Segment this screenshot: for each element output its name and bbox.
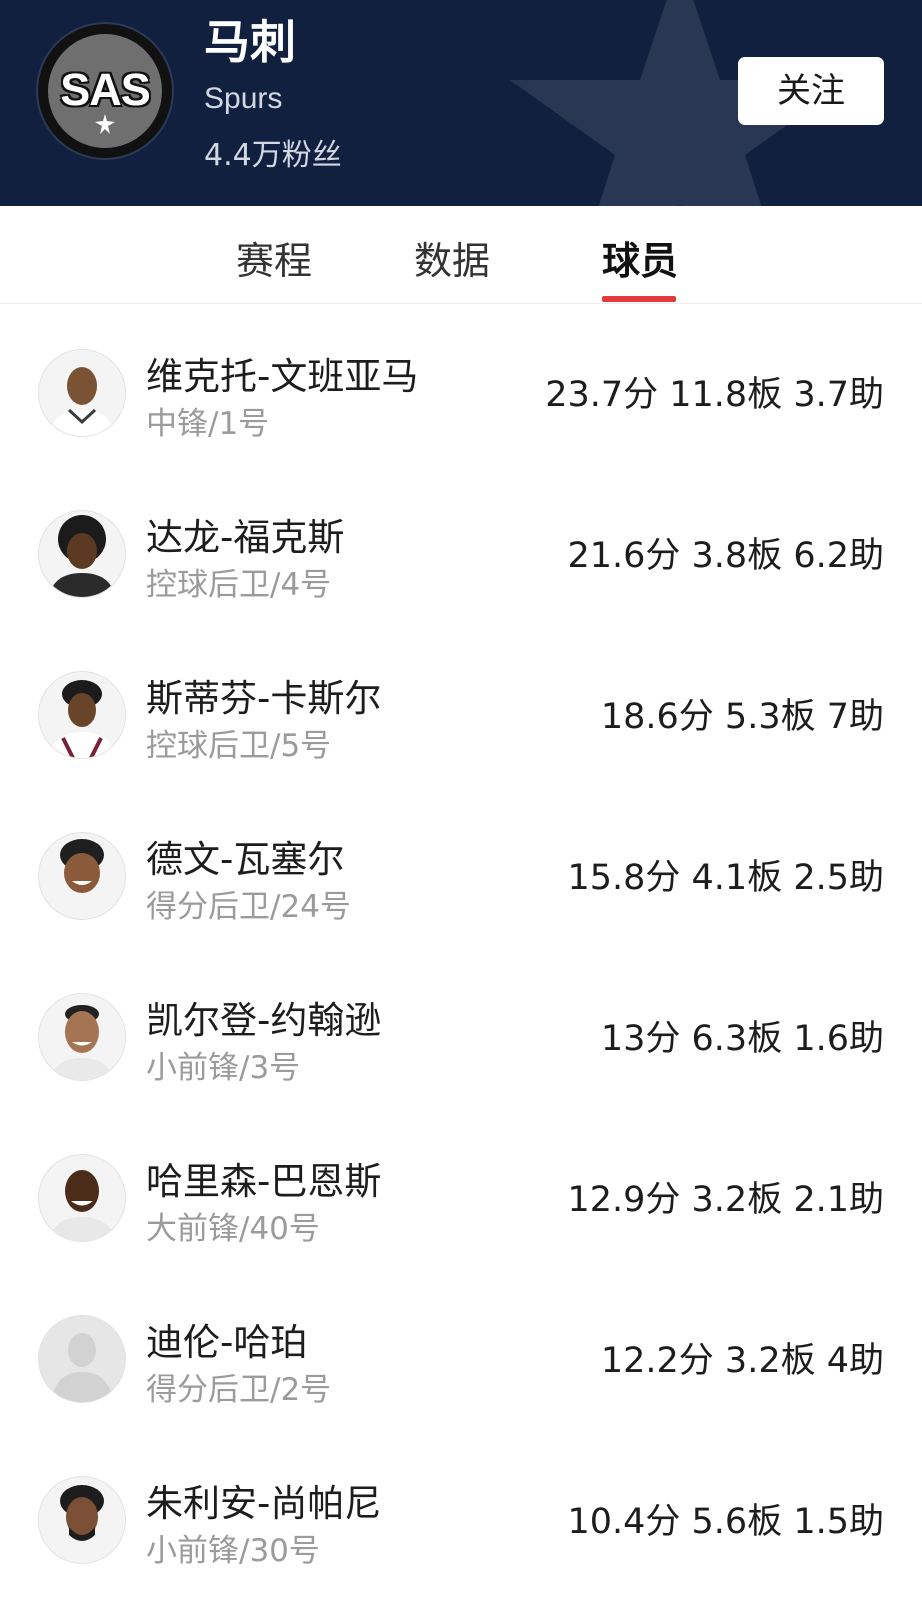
team-header: SAS 马刺 Spurs 4.4万粉丝 关注	[0, 0, 922, 206]
player-avatar	[38, 1476, 126, 1564]
tab-players[interactable]: 球员	[602, 230, 678, 285]
player-stats: 10.4分 5.6板 1.5助	[567, 1502, 884, 1542]
player-name: 朱利安-尚帕尼	[146, 1482, 382, 1525]
tab-bar: 赛程 数据 球员	[0, 206, 922, 304]
player-position: 控球后卫/5号	[146, 728, 332, 764]
player-stats: 15.8分 4.1板 2.5助	[567, 858, 884, 898]
player-avatar	[38, 993, 126, 1081]
player-name: 斯蒂芬-卡斯尔	[146, 677, 382, 720]
player-position: 大前锋/40号	[146, 1211, 320, 1247]
player-position: 得分后卫/2号	[146, 1372, 332, 1408]
player-row[interactable]: 朱利安-尚帕尼 小前锋/30号 10.4分 5.6板 1.5助	[0, 1431, 922, 1581]
player-avatar	[38, 349, 126, 437]
player-name: 达龙-福克斯	[146, 516, 345, 559]
default-user-icon	[39, 1316, 125, 1402]
active-tab-indicator	[602, 296, 676, 302]
default-avatar-placeholder	[38, 1315, 126, 1403]
player-avatar	[38, 1154, 126, 1242]
player-avatar	[38, 510, 126, 598]
player-stats: 12.2分 3.2板 4助	[600, 1341, 884, 1381]
player-position: 得分后卫/24号	[146, 889, 351, 925]
player-row[interactable]: 达龙-福克斯 控球后卫/4号 21.6分 3.8板 6.2助	[0, 465, 922, 615]
team-english-name: Spurs	[204, 82, 283, 115]
player-name: 哈里森-巴恩斯	[146, 1160, 382, 1203]
fan-count: 4.4万粉丝	[204, 138, 342, 173]
player-row[interactable]: 维克托-文班亚马 中锋/1号 23.7分 11.8板 3.7助	[0, 304, 922, 454]
player-position: 控球后卫/4号	[146, 567, 332, 603]
player-row[interactable]: 哈里森-巴恩斯 大前锋/40号 12.9分 3.2板 2.1助	[0, 1109, 922, 1259]
player-row[interactable]: 凯尔登-约翰逊 小前锋/3号 13分 6.3板 1.6助	[0, 948, 922, 1098]
player-avatar	[38, 832, 126, 920]
player-row[interactable]: 德文-瓦塞尔 得分后卫/24号 15.8分 4.1板 2.5助	[0, 787, 922, 937]
team-logo: SAS	[38, 24, 172, 158]
tab-schedule[interactable]: 赛程	[236, 230, 312, 285]
tab-stats[interactable]: 数据	[414, 230, 490, 285]
player-position: 小前锋/3号	[146, 1050, 301, 1086]
team-logo-text: SAS	[60, 64, 151, 115]
team-name: 马刺	[204, 15, 296, 69]
follow-button[interactable]: 关注	[738, 57, 884, 125]
player-name: 维克托-文班亚马	[146, 355, 419, 398]
player-name: 迪伦-哈珀	[146, 1321, 308, 1364]
player-avatar	[38, 671, 126, 759]
player-stats: 21.6分 3.8板 6.2助	[567, 536, 884, 576]
spur-icon	[95, 114, 115, 134]
player-row[interactable]: 迪伦-哈珀 得分后卫/2号 12.2分 3.2板 4助	[0, 1270, 922, 1420]
player-stats: 13分 6.3板 1.6助	[600, 1019, 884, 1059]
player-row[interactable]: 斯蒂芬-卡斯尔 控球后卫/5号 18.6分 5.3板 7助	[0, 626, 922, 776]
player-position: 中锋/1号	[146, 406, 270, 442]
player-stats: 18.6分 5.3板 7助	[600, 697, 884, 737]
player-name: 德文-瓦塞尔	[146, 838, 345, 881]
player-name: 凯尔登-约翰逊	[146, 999, 382, 1042]
player-position: 小前锋/30号	[146, 1533, 320, 1569]
player-stats: 23.7分 11.8板 3.7助	[545, 375, 884, 415]
player-stats: 12.9分 3.2板 2.1助	[567, 1180, 884, 1220]
